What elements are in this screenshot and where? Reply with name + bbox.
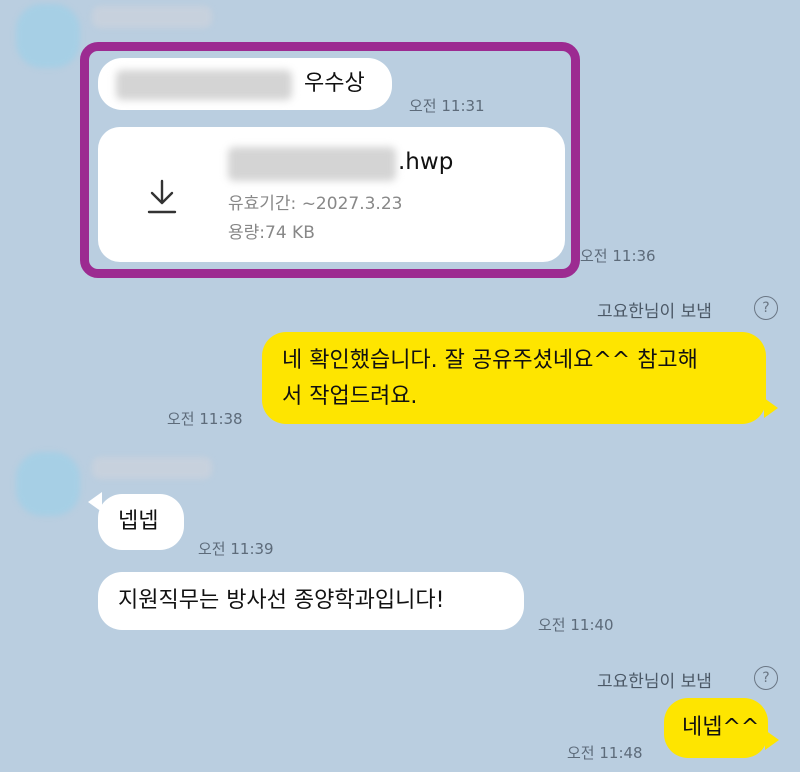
download-icon[interactable] <box>146 179 178 215</box>
file-attachment-bubble[interactable]: .hwp 유효기간: ~2027.3.23 용량:74 KB <box>98 127 565 262</box>
blurred-filename <box>228 147 396 181</box>
bubble-tail <box>764 398 778 418</box>
sender-note: 고요한님이 보냄 <box>597 302 712 322</box>
message-time: 오전 11:39 <box>198 540 274 558</box>
sender-note: 고요한님이 보냄 <box>597 672 712 692</box>
message-text: 우수상 <box>304 71 365 96</box>
bubble-tail <box>765 730 779 750</box>
help-icon[interactable]: ? <box>754 666 778 690</box>
message-text-line1: 네 확인했습니다. 잘 공유주셨네요^^ 참고해 <box>282 348 698 373</box>
partner-avatar[interactable] <box>16 4 80 68</box>
message-text-line2: 서 작업드려요. <box>282 384 418 409</box>
file-size: 용량:74 KB <box>228 223 315 243</box>
partner-avatar[interactable] <box>16 452 80 516</box>
message-text: 네넵^^ <box>682 715 760 740</box>
message-time: 오전 11:36 <box>580 247 656 265</box>
message-time: 오전 11:31 <box>409 97 485 115</box>
my-message-bubble[interactable]: 네 확인했습니다. 잘 공유주셨네요^^ 참고해 서 작업드려요. <box>262 332 766 424</box>
message-bubble[interactable]: 넵넵 <box>98 494 184 550</box>
message-bubble[interactable]: 지원직무는 방사선 종양학과입니다! <box>98 572 524 630</box>
help-icon[interactable]: ? <box>754 296 778 320</box>
message-bubble-award[interactable]: 우수상 <box>98 58 392 110</box>
file-extension: .hwp <box>398 149 454 175</box>
file-validity: 유효기간: ~2027.3.23 <box>228 194 403 214</box>
blurred-text <box>116 70 292 100</box>
message-time: 오전 11:38 <box>167 410 243 428</box>
message-time: 오전 11:48 <box>567 744 643 762</box>
message-text: 지원직무는 방사선 종양학과입니다! <box>118 588 445 613</box>
partner-name-blurred <box>92 6 212 28</box>
message-time: 오전 11:40 <box>538 616 614 634</box>
my-message-bubble[interactable]: 네넵^^ <box>664 698 768 758</box>
partner-name-blurred <box>92 457 212 479</box>
message-text: 넵넵 <box>118 509 159 534</box>
